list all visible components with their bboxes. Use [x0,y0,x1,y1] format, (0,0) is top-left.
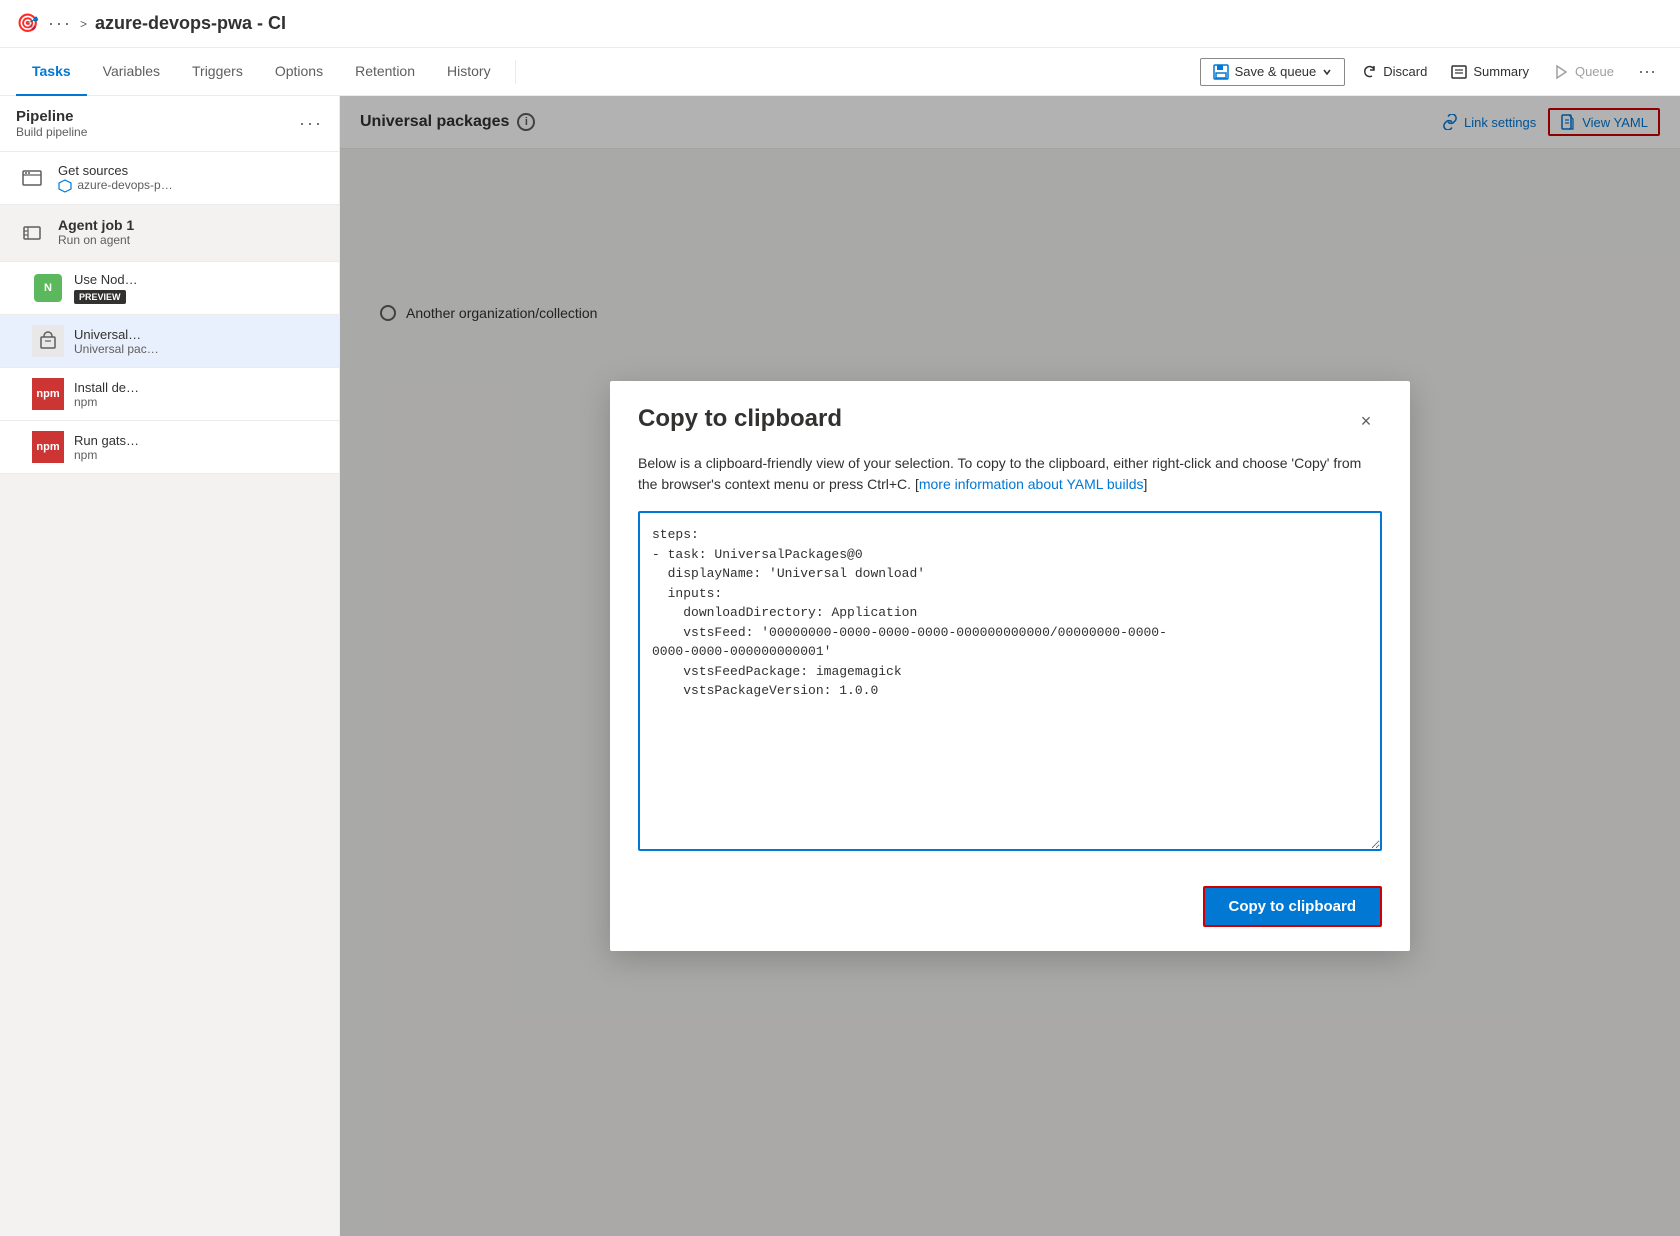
use-node-badge: PREVIEW [74,287,323,304]
nav-actions: Save & queue Discard Summary Queue ··· [1200,57,1664,86]
use-node-icon: N [32,272,64,304]
modal-title: Copy to clipboard [638,405,842,433]
pipeline-info: Pipeline Build pipeline [16,108,87,139]
get-sources-subtitle: azure-devops-p… [58,178,323,193]
copy-clipboard-button[interactable]: Copy to clipboard [1203,886,1383,927]
queue-button[interactable]: Queue [1545,59,1622,85]
tab-tasks[interactable]: Tasks [16,48,87,96]
modal-description: Below is a clipboard-friendly view of yo… [638,453,1382,495]
run-gatsby-title: Run gats… [74,433,323,448]
right-panel: Universal packages i Link settings View … [340,96,1680,1236]
page-title: azure-devops-pwa - CI [95,13,286,34]
install-dependencies-subtitle: npm [74,395,323,409]
pipeline-more-button[interactable]: ··· [299,113,323,134]
dropdown-chevron-icon [1322,67,1332,77]
save-queue-button[interactable]: Save & queue [1200,58,1346,86]
npm-icon-install: npm [32,378,64,410]
main-layout: Pipeline Build pipeline ··· Get sources … [0,96,1680,1236]
pipeline-subtitle: Build pipeline [16,125,87,139]
install-dependencies-title: Install de… [74,380,323,395]
agent-job-subtitle: Run on agent [58,233,134,247]
save-icon [1213,64,1229,80]
tab-triggers[interactable]: Triggers [176,48,259,96]
use-node-title: Use Nod… [74,272,323,287]
yaml-builds-link[interactable]: more information about YAML builds [919,476,1144,492]
agent-job-title: Agent job 1 [58,217,134,233]
npm-icon-run: npm [32,431,64,463]
universal-packages-title: Universal… [74,327,323,342]
left-panel: Pipeline Build pipeline ··· Get sources … [0,96,340,1236]
pipeline-title: Pipeline [16,108,87,125]
run-gatsby-text: Run gats… npm [74,433,323,462]
modal-header: Copy to clipboard × [610,381,1410,453]
modal-overlay: Copy to clipboard × Below is a clipboard… [340,96,1680,1236]
nav-tabs: Tasks Variables Triggers Options Retenti… [0,48,1680,96]
breadcrumb-dots[interactable]: ··· [48,13,72,34]
universal-packages-text: Universal… Universal pac… [74,327,323,356]
use-node-item[interactable]: N Use Nod… PREVIEW [0,262,339,315]
summary-button[interactable]: Summary [1443,59,1537,85]
pipeline-header: Pipeline Build pipeline ··· [0,96,339,152]
universal-packages-item[interactable]: Universal… Universal pac… [0,315,339,368]
yaml-content-textarea[interactable]: steps: - task: UniversalPackages@0 displ… [638,511,1382,851]
agent-job-icon [16,217,48,249]
install-dependencies-text: Install de… npm [74,380,323,409]
install-dependencies-item[interactable]: npm Install de… npm [0,368,339,421]
nav-divider [515,60,516,84]
discard-button[interactable]: Discard [1353,59,1435,85]
get-sources-icon [16,162,48,194]
breadcrumb-chevron: > [80,17,87,31]
get-sources-title: Get sources [58,163,323,178]
app-icon: 🎯 [16,12,40,36]
run-gatsby-subtitle: npm [74,448,323,462]
agent-job-text: Agent job 1 Run on agent [58,217,134,247]
discard-icon [1361,64,1377,80]
tab-variables[interactable]: Variables [87,48,176,96]
run-gatsby-item[interactable]: npm Run gats… npm [0,421,339,474]
tab-options[interactable]: Options [259,48,339,96]
agent-job-item[interactable]: Agent job 1 Run on agent [0,205,339,262]
universal-packages-subtitle: Universal pac… [74,342,323,356]
universal-packages-icon [32,325,64,357]
modal-footer: Copy to clipboard [610,870,1410,951]
queue-icon [1553,64,1569,80]
top-bar: 🎯 ··· > azure-devops-pwa - CI [0,0,1680,48]
get-sources-text: Get sources azure-devops-p… [58,163,323,193]
tab-history[interactable]: History [431,48,507,96]
summary-icon [1451,64,1467,80]
modal-close-button[interactable]: × [1350,405,1382,437]
more-options-button[interactable]: ··· [1630,57,1664,86]
tab-retention[interactable]: Retention [339,48,431,96]
modal-body: Below is a clipboard-friendly view of yo… [610,453,1410,870]
copy-clipboard-modal: Copy to clipboard × Below is a clipboard… [610,381,1410,951]
use-node-text: Use Nod… PREVIEW [74,272,323,304]
get-sources-item[interactable]: Get sources azure-devops-p… [0,152,339,205]
